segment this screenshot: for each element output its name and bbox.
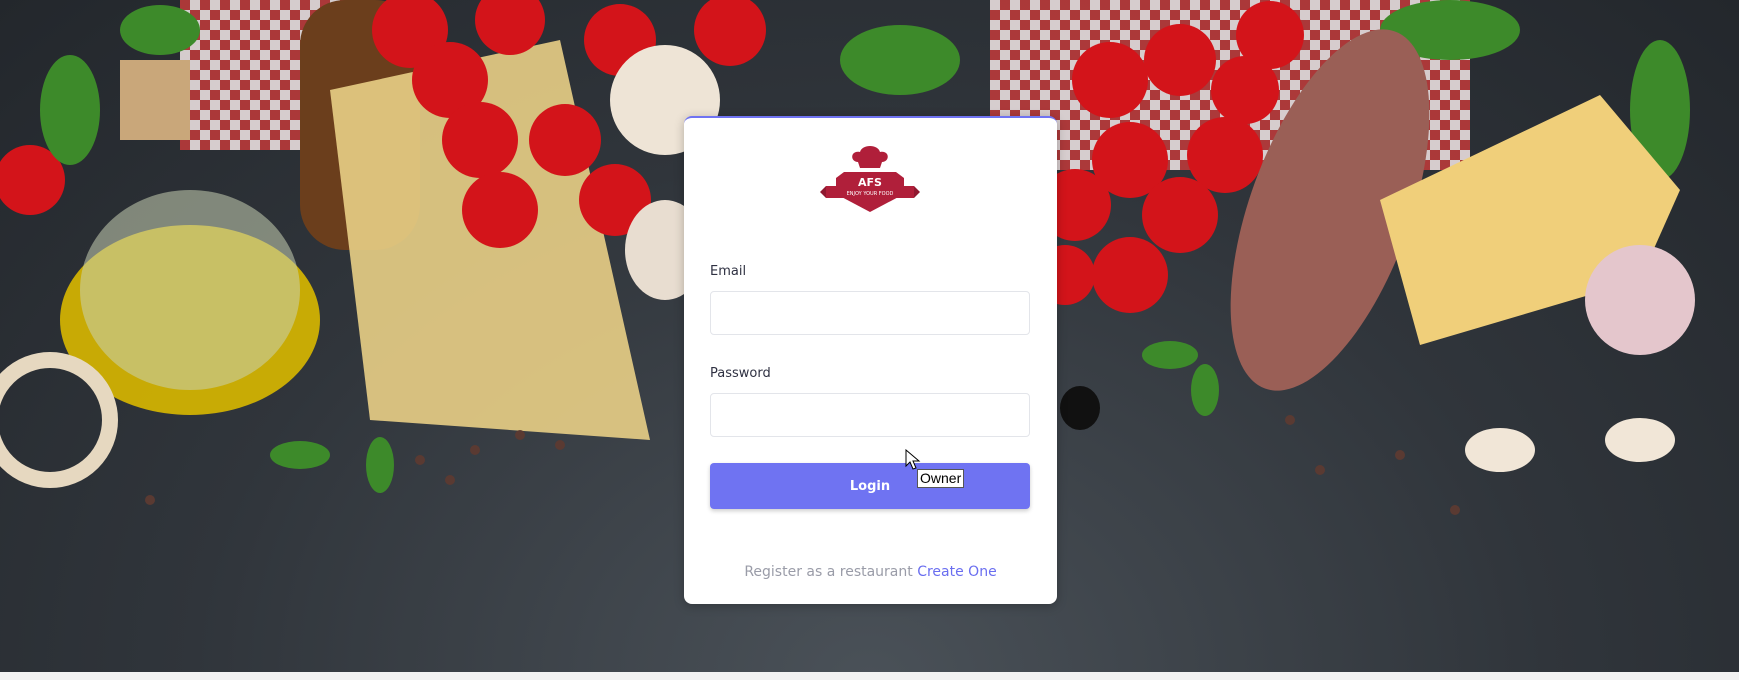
login-card: AFS ENJOY YOUR FOOD Email Password Login…	[684, 116, 1057, 604]
login-button[interactable]: Login	[710, 463, 1030, 509]
svg-text:ENJOY YOUR FOOD: ENJOY YOUR FOOD	[847, 191, 894, 197]
bottom-strip	[0, 672, 1739, 680]
email-label: Email	[710, 264, 747, 279]
email-field[interactable]	[710, 291, 1030, 335]
afs-logo: AFS ENJOY YOUR FOOD	[820, 144, 920, 218]
register-prompt: Register as a restaurant Create One	[684, 564, 1057, 580]
mouse-cursor-icon	[905, 449, 921, 470]
tooltip: Owner	[917, 469, 965, 488]
create-one-link[interactable]: Create One	[917, 564, 996, 580]
password-field[interactable]	[710, 393, 1030, 437]
svg-text:AFS: AFS	[858, 176, 882, 189]
password-label: Password	[710, 366, 771, 381]
register-text: Register as a restaurant	[744, 564, 913, 580]
chef-hat-icon: AFS ENJOY YOUR FOOD	[820, 146, 920, 212]
